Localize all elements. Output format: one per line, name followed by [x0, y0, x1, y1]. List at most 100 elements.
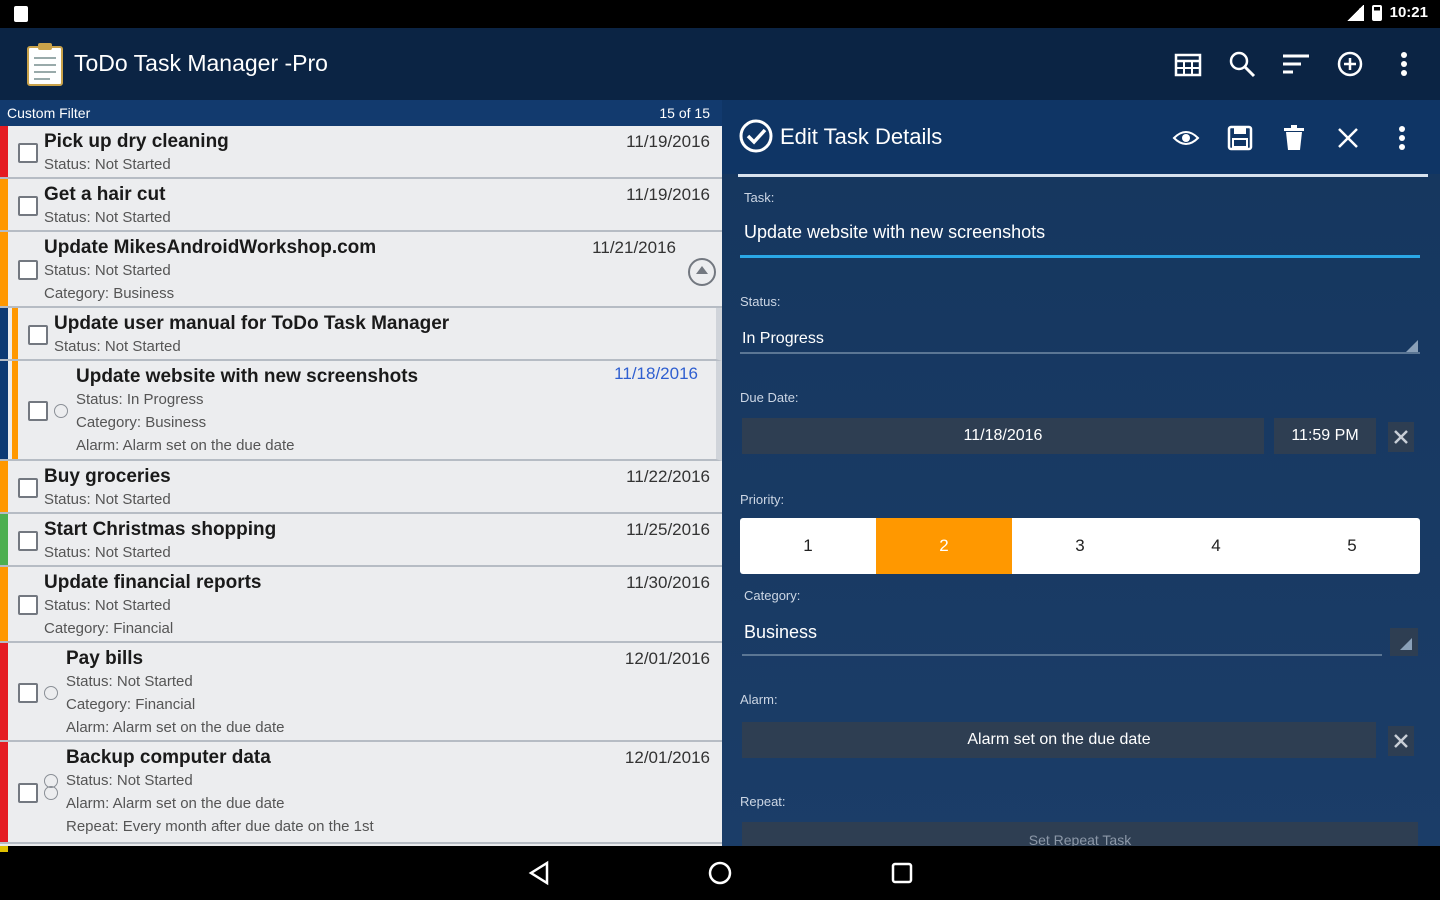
back-icon[interactable]: [527, 860, 551, 886]
task-meta-line: Status: Not Started: [66, 772, 193, 789]
task-name: Buy groceries: [44, 466, 171, 487]
task-due-date: 11/19/2016: [626, 132, 710, 151]
task-name: Update website with new screenshots: [76, 366, 419, 387]
priority-option-3[interactable]: 3: [1012, 518, 1148, 574]
clear-due-date-icon[interactable]: [1388, 422, 1414, 452]
task-meta-line: Status: Not Started: [44, 491, 171, 508]
status-indicators: 10:21: [1345, 4, 1428, 21]
delete-icon[interactable]: [1276, 116, 1312, 160]
task-name: Update financial reports: [44, 572, 262, 593]
system-nav-bar: [0, 846, 1440, 900]
due-time-button[interactable]: 11:59 PM: [1274, 418, 1376, 454]
calendar-icon[interactable]: [1170, 42, 1206, 86]
task-due-date: 12/01/2016: [624, 748, 710, 767]
task-checkbox[interactable]: [18, 783, 38, 803]
priority-selector: 12345: [740, 518, 1420, 574]
task-meta-line: Status: Not Started: [44, 156, 171, 173]
task-due-date: 11/18/2016: [614, 364, 698, 383]
task-label: Task:: [744, 190, 775, 205]
category-dropdown-button[interactable]: [1390, 628, 1418, 656]
search-icon[interactable]: [1224, 42, 1260, 86]
priority-color-bar: [0, 232, 8, 306]
app-title: ToDo Task Manager -Pro: [74, 50, 328, 76]
task-row[interactable]: Start Christmas shopping 11/25/2016 Status…: [0, 514, 722, 567]
repeat-label: Repeat:: [740, 794, 786, 809]
category-dropdown-icon: [1400, 638, 1412, 650]
due-date-label: Due Date:: [740, 390, 799, 405]
status-dropdown-icon[interactable]: [1406, 340, 1418, 352]
recents-icon[interactable]: [890, 861, 914, 885]
task-row[interactable]: Update MikesAndroidWorkshop.com 11/21/201…: [0, 232, 722, 308]
task-checkbox[interactable]: [18, 595, 38, 615]
task-name: Pick up dry cleaning: [44, 131, 229, 152]
app-logo-icon: [27, 43, 63, 86]
task-row[interactable]: Buy groceries 11/22/2016 Status: Not Start…: [0, 461, 722, 514]
set-repeat-button[interactable]: Set Repeat Task: [742, 822, 1418, 846]
task-meta-line: Category: Financial: [44, 620, 174, 637]
task-due-date: 11/30/2016: [626, 573, 710, 592]
task-checkbox[interactable]: [18, 531, 38, 551]
priority-color-bar: [0, 126, 8, 177]
priority-option-1[interactable]: 1: [740, 518, 876, 574]
task-row[interactable]: Get a hair cut 11/19/2016 Status: Not Star…: [0, 179, 722, 232]
task-meta-line: Status: Not Started: [54, 338, 181, 355]
priority-option-2[interactable]: 2: [876, 518, 1012, 574]
task-meta-line: Alarm: Alarm set on the due date: [66, 719, 285, 736]
task-checkbox[interactable]: [28, 325, 48, 345]
home-icon[interactable]: [707, 860, 733, 886]
task-checkbox[interactable]: [18, 683, 38, 703]
task-row[interactable]: Update website with new screenshots 11/18…: [0, 361, 722, 461]
alarm-icon: [44, 786, 58, 800]
clear-alarm-icon[interactable]: [1388, 726, 1414, 756]
category-underline: [742, 654, 1382, 656]
task-checkbox[interactable]: [18, 196, 38, 216]
priority-option-5[interactable]: 5: [1284, 518, 1420, 574]
task-count: 15 of 15: [659, 105, 710, 121]
task-meta-line: Category: Business: [44, 285, 175, 302]
check-circle-icon[interactable]: [738, 118, 774, 154]
priority-option-4[interactable]: 4: [1148, 518, 1284, 574]
notification-icon: [14, 6, 28, 22]
task-due-date: 11/25/2016: [626, 520, 710, 539]
task-name: Get a hair cut: [44, 184, 166, 205]
task-due-date: 12/01/2016: [624, 649, 710, 668]
task-checkbox[interactable]: [18, 260, 38, 280]
task-name: Update MikesAndroidWorkshop.com: [44, 237, 377, 258]
task-due-date: 11/22/2016: [626, 467, 710, 486]
overflow-menu-icon[interactable]: [1386, 42, 1422, 86]
sort-icon[interactable]: [1278, 42, 1314, 86]
collapse-subtasks-icon[interactable]: [688, 258, 716, 286]
task-input-underline: [740, 255, 1420, 258]
alarm-button[interactable]: Alarm set on the due date: [742, 722, 1376, 758]
task-checkbox[interactable]: [18, 478, 38, 498]
panel-overflow-menu-icon[interactable]: [1384, 116, 1420, 160]
status-select[interactable]: In Progress: [742, 330, 824, 348]
priority-color-bar: [0, 514, 8, 565]
task-row[interactable]: Update user manual for ToDo Task Manager…: [0, 308, 722, 361]
status-underline: [740, 352, 1420, 354]
save-icon[interactable]: [1222, 116, 1258, 160]
task-row[interactable]: Update financial reports 11/30/2016 Status…: [0, 567, 722, 643]
task-meta-line: Repeat: Every month after due date on th…: [66, 818, 374, 835]
task-checkbox[interactable]: [18, 143, 38, 163]
task-meta-line: Status: Not Started: [44, 597, 171, 614]
alarm-label: Alarm:: [740, 692, 778, 707]
edit-panel-actions: [1168, 116, 1420, 160]
filter-bar[interactable]: Custom Filter 15 of 15: [0, 100, 722, 126]
alarm-icon: [44, 686, 58, 700]
task-input[interactable]: Update website with new screenshots: [744, 222, 1045, 243]
edit-panel-title: Edit Task Details: [780, 124, 943, 149]
category-select[interactable]: Business: [744, 622, 817, 643]
task-row[interactable]: Pick up dry cleaning 11/19/2016 Status: No…: [0, 126, 722, 179]
add-circle-icon[interactable]: [1332, 42, 1368, 86]
app-root: 10:21 ToDo Task Manager -Pro Custom Filt…: [0, 0, 1440, 900]
eye-icon[interactable]: [1168, 116, 1204, 160]
task-meta-line: Status: Not Started: [44, 209, 171, 226]
subtask-color-bar: [12, 308, 18, 359]
due-date-button[interactable]: 11/18/2016: [742, 418, 1264, 454]
task-row[interactable]: Backup computer data 12/01/2016 Status: No…: [0, 742, 722, 844]
close-icon[interactable]: [1330, 116, 1366, 160]
task-row[interactable]: Pay bills 12/01/2016 Status: Not Started Ca…: [0, 643, 722, 742]
priority-color-bar: [0, 308, 8, 359]
task-checkbox[interactable]: [28, 401, 48, 421]
